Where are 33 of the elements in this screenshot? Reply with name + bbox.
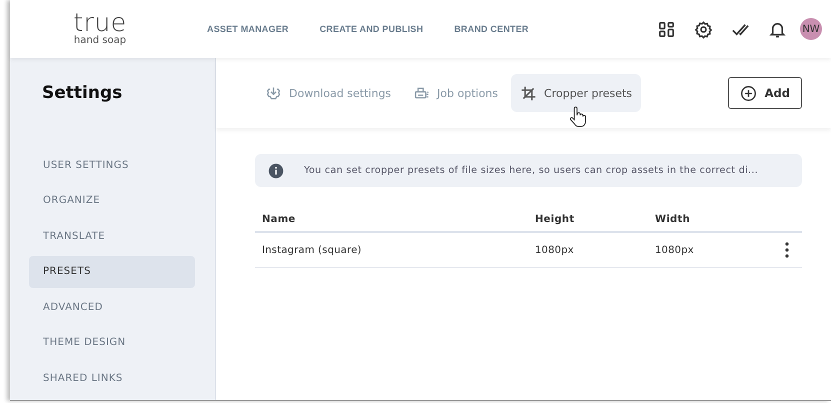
table-cell: 1080px <box>655 232 772 268</box>
table-cell: 1080px <box>535 232 655 268</box>
brand-name: true <box>73 11 127 35</box>
sidebar-item[interactable]: ORGANIZE <box>29 184 195 216</box>
info-text: You can set cropper presets of file sizes here, so users can crop assets in the correct di... <box>304 165 758 176</box>
sidebar-title: Settings <box>42 83 122 103</box>
add-button[interactable]: Add <box>728 77 802 109</box>
tab[interactable]: Job options <box>404 74 508 112</box>
column-header: Width <box>655 207 772 232</box>
column-header: Name <box>255 207 535 232</box>
more-options-icon[interactable] <box>784 241 790 259</box>
settings-icon[interactable] <box>694 20 713 38</box>
download-gear-icon <box>265 84 282 102</box>
brand-tagline: hand soap <box>74 35 126 47</box>
sidebar-item[interactable]: USER SETTINGS <box>29 149 195 181</box>
nav-link[interactable]: ASSET MANAGER <box>207 24 289 34</box>
tab[interactable]: Cropper presets <box>511 74 642 112</box>
user-avatar[interactable]: NW <box>800 18 822 40</box>
apps-grid-icon[interactable] <box>657 20 676 38</box>
table-cell: Instagram (square) <box>255 232 535 268</box>
sidebar-item[interactable]: TRANSLATE <box>29 220 195 252</box>
sidebar-item[interactable]: SHARED LINKS <box>29 362 195 394</box>
crop-icon <box>520 84 538 102</box>
sidebar-item[interactable]: THEME DESIGN <box>29 326 195 358</box>
info-icon <box>268 162 284 178</box>
column-header: Height <box>535 207 655 232</box>
hand-cursor-icon <box>568 106 586 128</box>
plus-circle-icon <box>740 84 757 102</box>
sidebar-item[interactable]: PRESETS <box>29 256 195 288</box>
nav-link[interactable]: BRAND CENTER <box>454 24 529 34</box>
tab[interactable]: Download settings <box>256 74 400 112</box>
sidebar-item[interactable]: ADVANCED <box>29 291 195 323</box>
nav-link[interactable]: CREATE AND PUBLISH <box>320 24 424 34</box>
